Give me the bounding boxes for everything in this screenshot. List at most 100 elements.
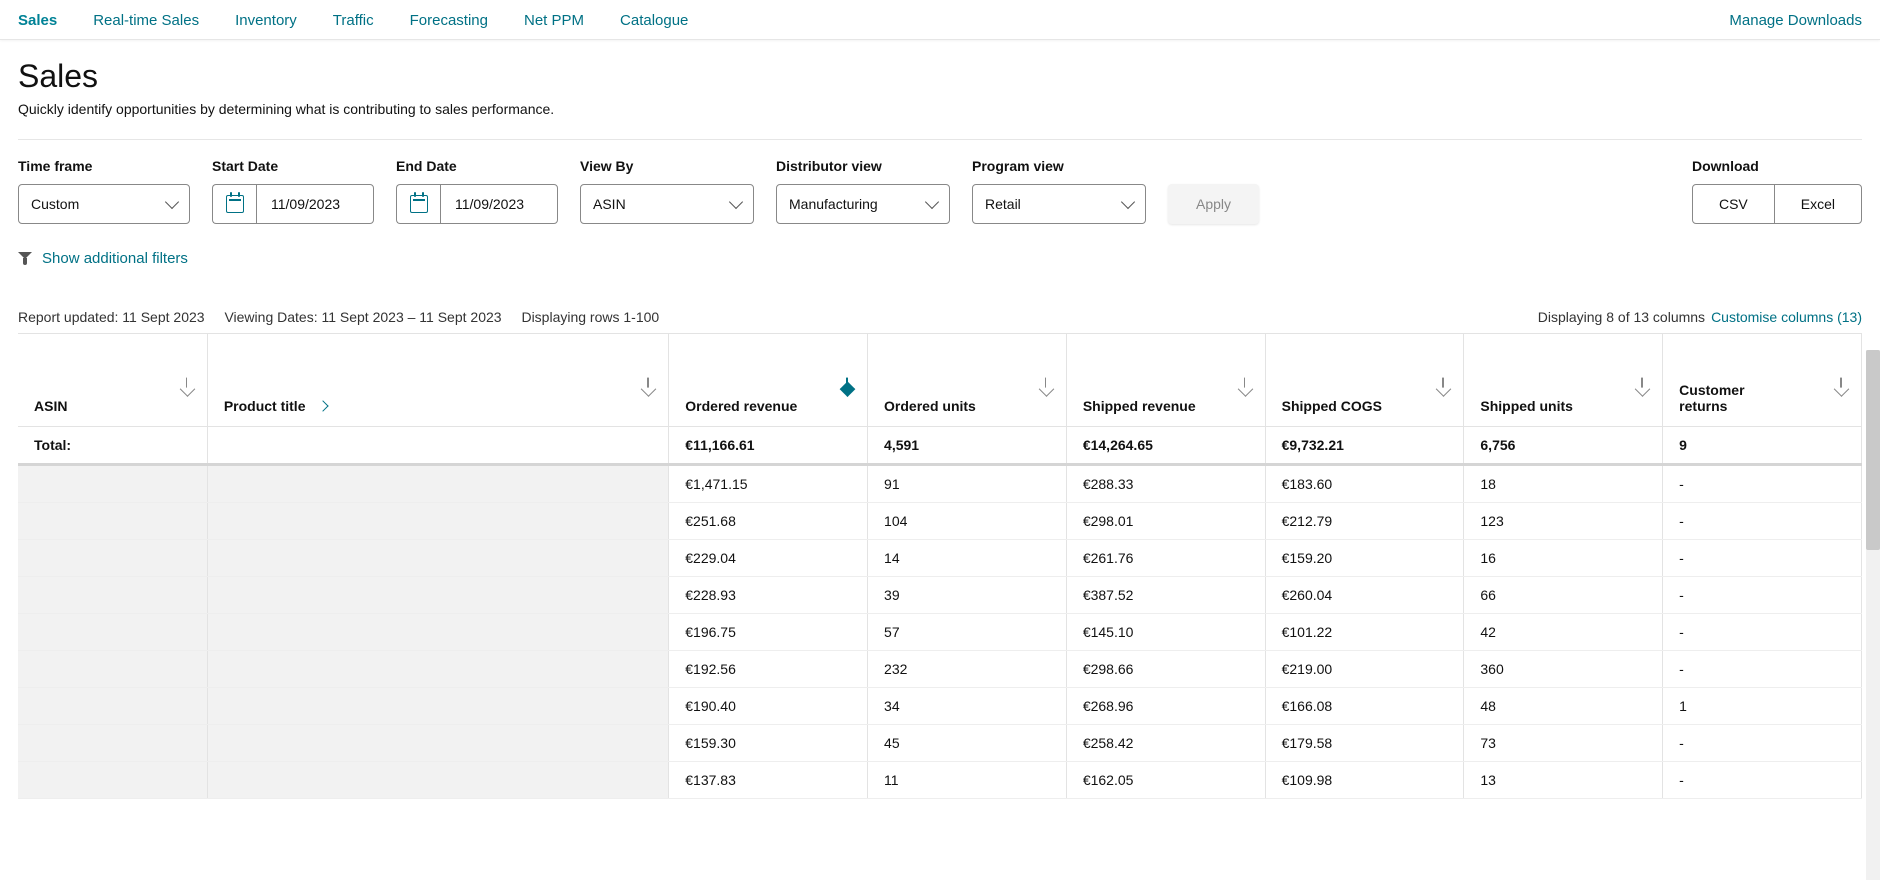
table-meta-row: Report updated: 11 Sept 2023 Viewing Dat…: [18, 309, 1862, 325]
cell-shipped-revenue: €258.42: [1066, 724, 1265, 761]
tab-catalogue[interactable]: Catalogue: [620, 12, 688, 29]
download-csv-button[interactable]: CSV: [1692, 184, 1775, 224]
col-header-shipped-units[interactable]: Shipped units: [1464, 334, 1663, 426]
sort-icon: [1437, 377, 1449, 389]
cell-customer-returns: -: [1663, 613, 1862, 650]
time-frame-select[interactable]: Custom: [18, 184, 190, 224]
end-date-calendar-button[interactable]: [396, 184, 440, 224]
start-date-calendar-button[interactable]: [212, 184, 256, 224]
table-row[interactable]: €159.3045€258.42€179.5873-: [18, 724, 1862, 761]
cell-ordered-units: 14: [868, 539, 1067, 576]
view-by-label: View By: [580, 158, 754, 174]
end-date-input[interactable]: 11/09/2023: [440, 184, 558, 224]
total-shipped-cogs: €9,732.21: [1265, 426, 1464, 464]
manage-downloads-link[interactable]: Manage Downloads: [1729, 12, 1862, 29]
col-header-shipped-cogs[interactable]: Shipped COGS: [1265, 334, 1464, 426]
sort-icon: [1835, 377, 1847, 389]
cell-shipped-cogs: €101.22: [1265, 613, 1464, 650]
total-ordered-units: 4,591: [868, 426, 1067, 464]
table-row[interactable]: €1,471.1591€288.33€183.6018-: [18, 464, 1862, 502]
vertical-scrollbar[interactable]: [1866, 350, 1880, 880]
start-date-input[interactable]: 11/09/2023: [256, 184, 374, 224]
total-row: Total: €11,166.61 4,591 €14,264.65 €9,73…: [18, 426, 1862, 464]
cell-shipped-revenue: €162.05: [1066, 761, 1265, 798]
cell-asin: [18, 539, 207, 576]
cell-shipped-cogs: €179.58: [1265, 724, 1464, 761]
cell-ordered-revenue: €190.40: [669, 687, 868, 724]
time-frame-value: Custom: [31, 196, 79, 212]
view-by-select[interactable]: ASIN: [580, 184, 754, 224]
cell-ordered-revenue: €251.68: [669, 502, 868, 539]
show-additional-filters-label: Show additional filters: [42, 250, 188, 267]
filter-icon: [18, 252, 32, 266]
distributor-view-select[interactable]: Manufacturing: [776, 184, 950, 224]
cell-ordered-revenue: €228.93: [669, 576, 868, 613]
cell-ordered-units: 91: [868, 464, 1067, 502]
cell-ordered-revenue: €159.30: [669, 724, 868, 761]
table-row[interactable]: €229.0414€261.76€159.2016-: [18, 539, 1862, 576]
program-view-select[interactable]: Retail: [972, 184, 1146, 224]
cell-product-title: [207, 464, 668, 502]
cell-customer-returns: -: [1663, 576, 1862, 613]
table-row[interactable]: €192.56232€298.66€219.00360-: [18, 650, 1862, 687]
cell-ordered-revenue: €192.56: [669, 650, 868, 687]
displaying-rows: Displaying rows 1-100: [521, 309, 659, 325]
table-row[interactable]: €196.7557€145.10€101.2242-: [18, 613, 1862, 650]
chevron-down-icon: [925, 195, 939, 209]
col-header-customer-returns-label: Customer returns: [1679, 382, 1795, 414]
col-header-ordered-units-label: Ordered units: [884, 398, 976, 414]
tab-traffic[interactable]: Traffic: [333, 12, 374, 29]
cell-customer-returns: -: [1663, 650, 1862, 687]
col-header-customer-returns[interactable]: Customer returns: [1663, 334, 1862, 426]
sort-icon: [1636, 377, 1648, 389]
col-header-ordered-units[interactable]: Ordered units: [868, 334, 1067, 426]
col-header-shipped-revenue[interactable]: Shipped revenue: [1066, 334, 1265, 426]
tab-sales[interactable]: Sales: [18, 12, 57, 29]
col-header-shipped-cogs-label: Shipped COGS: [1282, 398, 1382, 414]
cell-customer-returns: -: [1663, 761, 1862, 798]
sort-icon: [1239, 377, 1251, 389]
col-header-product-title-label: Product title: [224, 398, 306, 414]
cell-customer-returns: -: [1663, 464, 1862, 502]
cell-shipped-units: 18: [1464, 464, 1663, 502]
scrollbar-thumb[interactable]: [1866, 350, 1880, 550]
table-row[interactable]: €251.68104€298.01€212.79123-: [18, 502, 1862, 539]
cell-shipped-cogs: €159.20: [1265, 539, 1464, 576]
table-row[interactable]: €137.8311€162.05€109.9813-: [18, 761, 1862, 798]
total-customer-returns: 9: [1663, 426, 1862, 464]
cell-shipped-cogs: €183.60: [1265, 464, 1464, 502]
download-excel-button[interactable]: Excel: [1774, 184, 1862, 224]
cell-ordered-units: 34: [868, 687, 1067, 724]
filter-bar: Time frame Custom Start Date 11/09/2023 …: [18, 140, 1862, 224]
cell-asin: [18, 687, 207, 724]
tab-inventory[interactable]: Inventory: [235, 12, 297, 29]
col-header-asin[interactable]: ASIN: [18, 334, 207, 426]
cell-shipped-units: 42: [1464, 613, 1663, 650]
distributor-view-label: Distributor view: [776, 158, 950, 174]
sales-table: ASIN Product title Ordered revenue Order…: [18, 333, 1862, 799]
col-header-ordered-revenue[interactable]: Ordered revenue: [669, 334, 868, 426]
apply-button[interactable]: Apply: [1168, 184, 1259, 224]
customise-columns-link[interactable]: Customise columns (13): [1711, 309, 1862, 325]
table-row[interactable]: €228.9339€387.52€260.0466-: [18, 576, 1862, 613]
distributor-view-value: Manufacturing: [789, 196, 878, 212]
chevron-down-icon: [729, 195, 743, 209]
calendar-icon: [226, 195, 244, 213]
cell-customer-returns: 1: [1663, 687, 1862, 724]
cell-asin: [18, 464, 207, 502]
tab-forecasting[interactable]: Forecasting: [410, 12, 488, 29]
start-date-label: Start Date: [212, 158, 374, 174]
tab-realtime-sales[interactable]: Real-time Sales: [93, 12, 199, 29]
cell-product-title: [207, 650, 668, 687]
top-nav: Sales Real-time Sales Inventory Traffic …: [0, 0, 1880, 40]
download-label: Download: [1692, 158, 1862, 174]
page-title: Sales: [18, 58, 1862, 95]
cell-product-title: [207, 724, 668, 761]
tab-net-ppm[interactable]: Net PPM: [524, 12, 584, 29]
sort-down-icon: [841, 377, 853, 389]
end-date-label: End Date: [396, 158, 558, 174]
table-row[interactable]: €190.4034€268.96€166.08481: [18, 687, 1862, 724]
show-additional-filters[interactable]: Show additional filters: [18, 250, 1862, 267]
col-header-product-title[interactable]: Product title: [207, 334, 668, 426]
cell-asin: [18, 761, 207, 798]
